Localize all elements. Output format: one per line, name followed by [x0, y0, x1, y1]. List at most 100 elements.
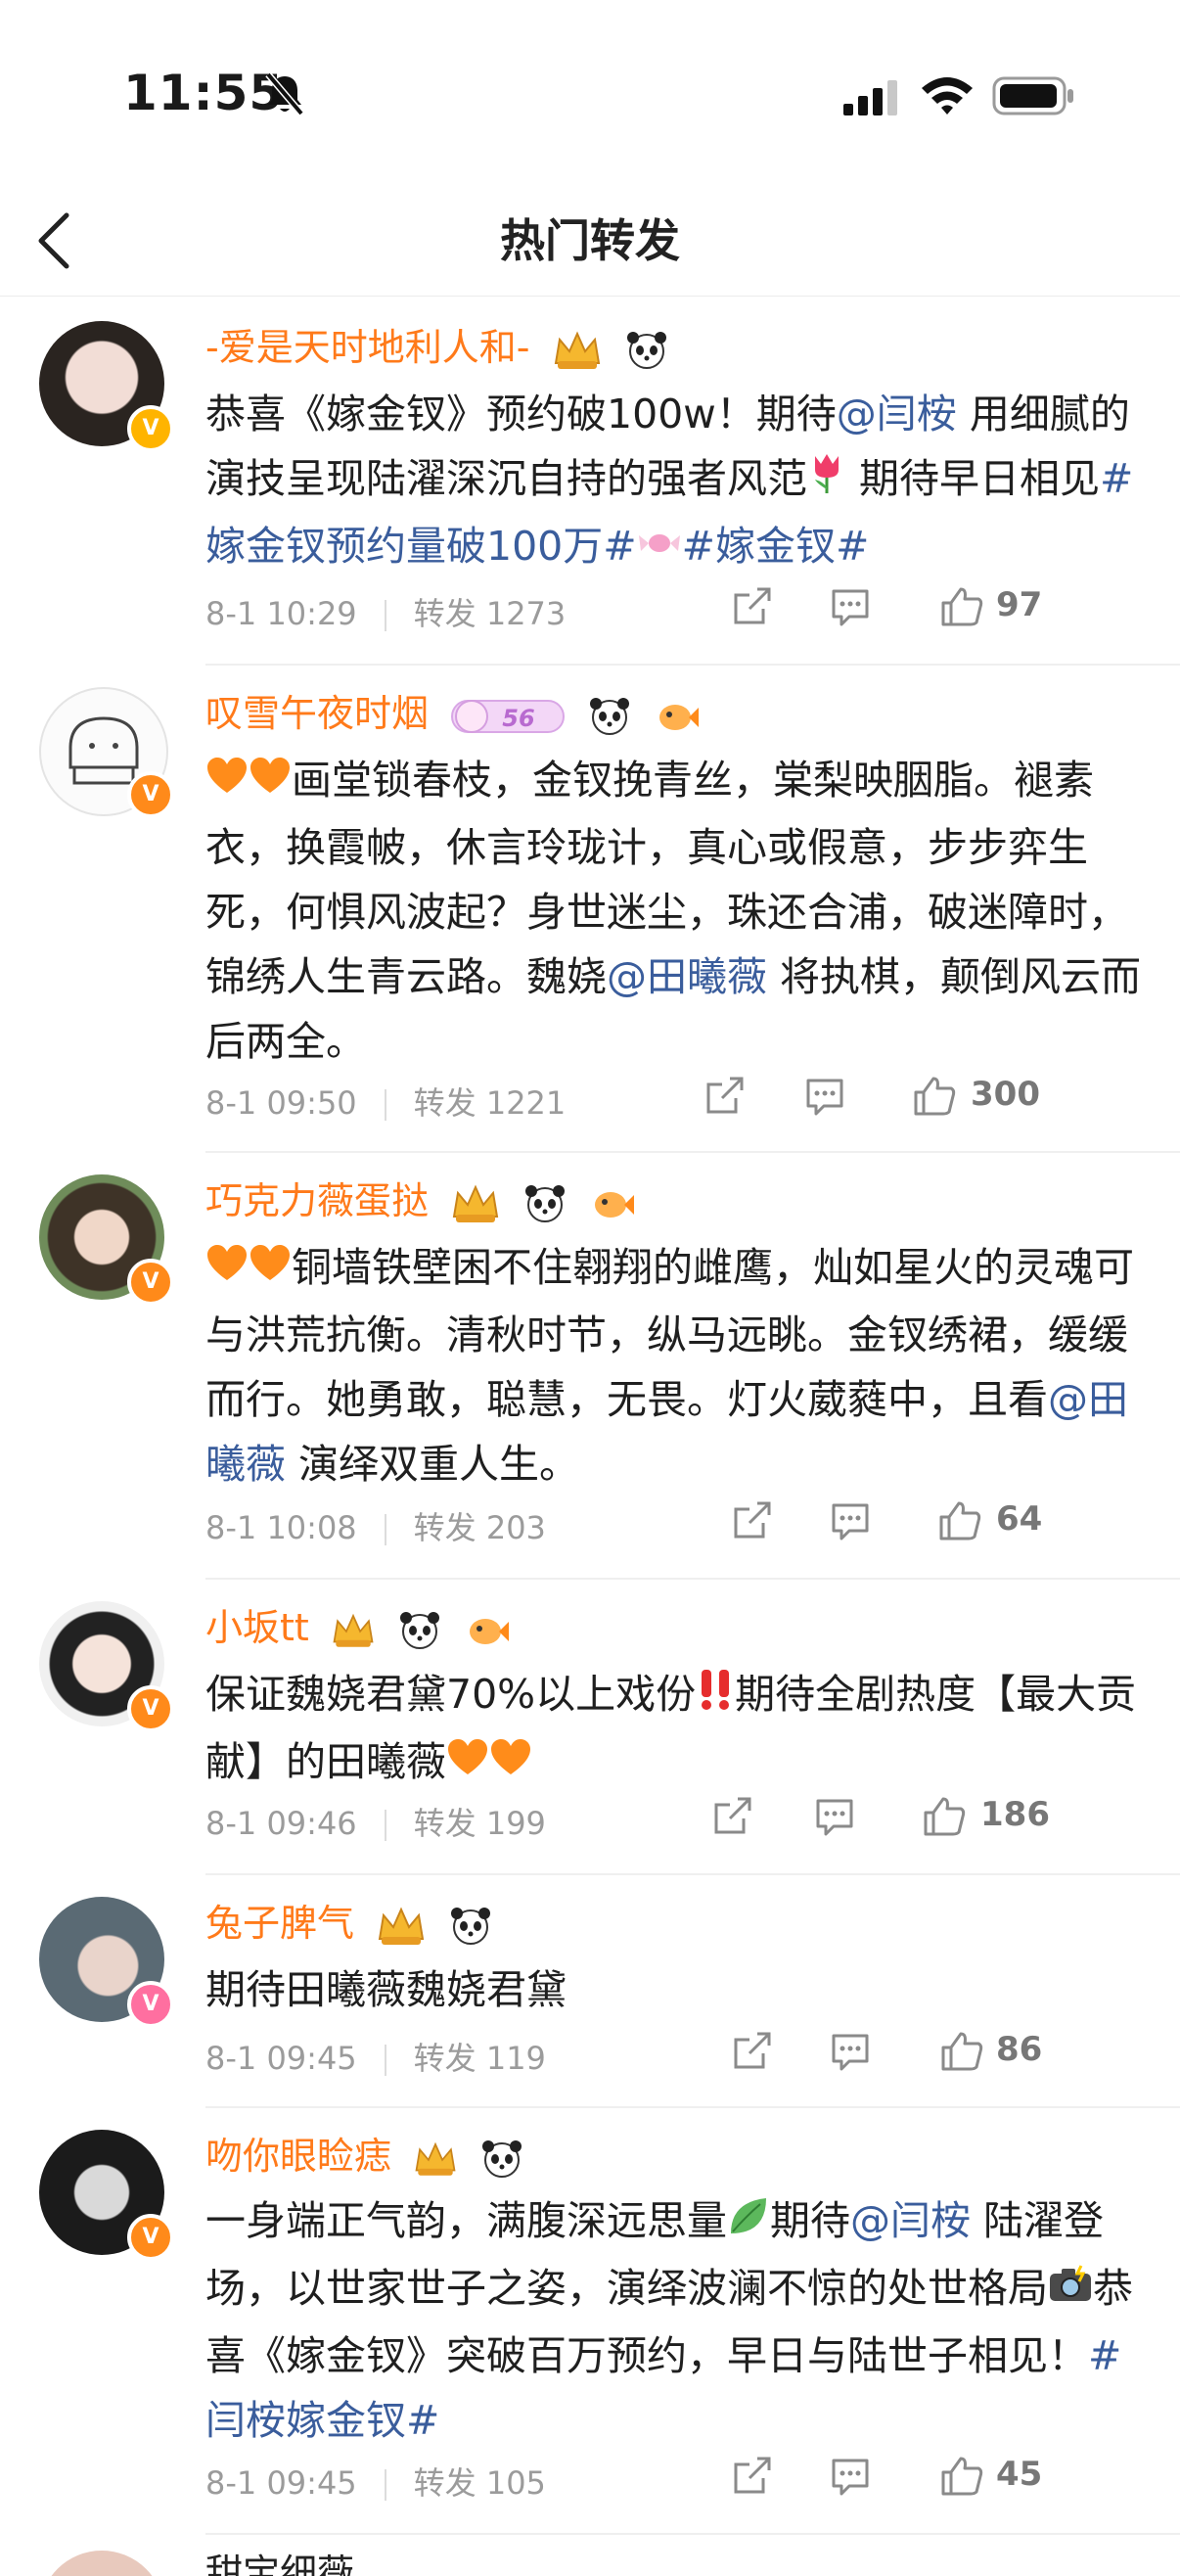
crown-badge-icon: [333, 1613, 374, 1647]
navigation-bar: 热门转发: [0, 186, 1180, 297]
comment-icon[interactable]: [828, 1499, 873, 1542]
panda-badge-icon: [626, 331, 666, 369]
share-icon[interactable]: [730, 2030, 773, 2073]
username[interactable]: 巧克力薇蛋挞: [205, 1171, 635, 1224]
orange-heart-icon: [446, 1732, 489, 1797]
repost-item[interactable]: V 吻你眼睑痣 一身端正气韵，满腹深远思量 期待@闫桉 陆濯登场，以世家世子之姿，…: [0, 2110, 1180, 2537]
crown-badge-icon: [452, 1184, 499, 1222]
post-text: 期待田曦薇魏娆君黛: [205, 1966, 567, 2013]
post-meta: 8-1 09:45 转发 119: [205, 2034, 546, 2079]
repost-item[interactable]: V 叹雪午夜时烟 56 画堂锁春枝，金钗挽青丝，棠梨映胭脂。褪素衣，换霞帔，休言…: [0, 666, 1180, 1155]
post-date: 8-1 09:50: [205, 1084, 357, 1122]
share-icon[interactable]: [730, 2455, 773, 2498]
share-icon[interactable]: [703, 1075, 746, 1118]
comment-icon[interactable]: [828, 585, 873, 628]
divider: [205, 1151, 1180, 1153]
like-thumb-icon[interactable]: [939, 585, 984, 628]
post-content: 画堂锁春枝，金钗挽青丝，棠梨映胭脂。褪素衣，换霞帔，休言玲珑计，真心或假意，步步…: [205, 748, 1145, 1074]
post-content: 保证魏娆君黛70%以上戏份 期待全剧热度【最大贡献】的田曦薇: [205, 1662, 1145, 1797]
post-date: 8-1 09:45: [205, 2464, 357, 2502]
comment-icon[interactable]: [802, 1075, 847, 1118]
like-thumb-icon[interactable]: [912, 1075, 957, 1118]
username[interactable]: 小坂tt: [205, 1597, 510, 1651]
verified-badge-icon: V: [127, 2214, 174, 2261]
repost-item[interactable]: V 小坂tt 保证魏娆君黛70%以上戏份 期待全剧热度【最大贡献】的田曦薇 8-1…: [0, 1582, 1180, 1877]
verified-badge-icon: V: [127, 405, 174, 452]
repost-count: 转发 199: [413, 1805, 546, 1842]
username[interactable]: 兔子脾气: [205, 1893, 493, 1947]
svg-text:56: 56: [502, 705, 534, 732]
orange-heart-icon: [205, 751, 249, 815]
comment-icon[interactable]: [828, 2030, 873, 2073]
action-bar: 45: [730, 2455, 1141, 2504]
crown-badge-icon: [378, 1907, 425, 1945]
share-icon[interactable]: [730, 585, 773, 628]
panda-badge-icon: [400, 1611, 439, 1649]
repost-item[interactable]: V -爱是天时地利人和- 恭喜《嫁金钗》预约破100w！期待@闫桉 用细腻的演技…: [0, 296, 1180, 667]
like-count: 97: [996, 585, 1043, 624]
action-bar: 186: [714, 1795, 1141, 1844]
username[interactable]: 吻你眼睑痣: [205, 2126, 524, 2180]
like-count: 64: [996, 1499, 1043, 1539]
action-bar: 300: [706, 1075, 1141, 1124]
panda-badge-icon: [482, 2139, 522, 2178]
status-time: 11:55: [123, 65, 285, 121]
avatar[interactable]: [39, 2551, 164, 2576]
like-thumb-icon[interactable]: [937, 1499, 982, 1542]
repost-item[interactable]: 甜宝细薇: [0, 2537, 1180, 2576]
like-count: 86: [996, 2030, 1043, 2069]
like-thumb-icon[interactable]: [939, 2030, 984, 2073]
like-thumb-icon[interactable]: [939, 2455, 984, 2498]
post-date: 8-1 09:45: [205, 2040, 357, 2077]
fish-badge-icon: [659, 704, 700, 730]
page-title: 热门转发: [500, 214, 680, 267]
post-content: 恭喜《嫁金钗》预约破100w！期待@闫桉 用细腻的演技呈现陆濯深沉自持的强者风范…: [205, 382, 1145, 581]
hashtag-link[interactable]: #嫁金钗#: [682, 523, 870, 570]
repost-count: 转发 119: [413, 2040, 546, 2077]
fish-badge-icon: [595, 1191, 635, 1218]
share-icon[interactable]: [730, 1499, 773, 1542]
orange-heart-icon: [249, 1238, 292, 1303]
battery-icon: [992, 76, 1073, 115]
verified-badge-icon: V: [127, 771, 174, 818]
tulip-icon: [807, 449, 846, 514]
post-meta: 8-1 10:29 转发 1273: [205, 589, 566, 634]
post-text: 期待: [770, 2197, 850, 2244]
repost-item[interactable]: V 巧克力薇蛋挞 铜墙铁壁困不住翱翔的雌鹰，灿如星火的灵魂可与洪荒抗衡。清秋时节…: [0, 1155, 1180, 1582]
crown-badge-icon: [554, 331, 600, 369]
panda-badge-icon: [590, 697, 630, 735]
repost-count: 转发 105: [413, 2464, 546, 2502]
mention-link[interactable]: @闫桉: [850, 2197, 971, 2244]
post-meta: 8-1 09:50 转发 1221: [205, 1079, 566, 1124]
repost-count: 转发 1221: [413, 1084, 567, 1122]
repost-item[interactable]: V 兔子脾气 期待田曦薇魏娆君黛 8-1 09:45 转发 119 86: [0, 1877, 1180, 2110]
panda-badge-icon: [525, 1184, 566, 1222]
crown-badge-icon: [415, 2141, 456, 2176]
mention-link[interactable]: @田曦薇: [607, 953, 767, 1000]
username[interactable]: -爱是天时地利人和-: [205, 317, 669, 371]
action-bar: 97: [730, 585, 1141, 634]
share-icon[interactable]: [710, 1795, 753, 1838]
comment-icon[interactable]: [812, 1795, 857, 1838]
post-text: 保证魏娆君黛70%以上戏份: [205, 1671, 697, 1718]
mention-link[interactable]: @闫桉: [837, 391, 957, 437]
orange-heart-icon: [205, 1238, 249, 1303]
username[interactable]: 叹雪午夜时烟 56: [205, 683, 700, 738]
like-thumb-icon[interactable]: [922, 1795, 967, 1838]
post-date: 8-1 10:08: [205, 1509, 357, 1546]
comment-icon[interactable]: [828, 2455, 873, 2498]
fish-badge-icon: [470, 1618, 510, 1644]
camera-flash-icon: [1048, 2259, 1093, 2323]
post-text: 期待早日相见: [846, 455, 1101, 502]
post-text: 一身端正气韵，满腹深远思量: [205, 2197, 727, 2244]
action-bar: 86: [730, 2030, 1141, 2079]
like-count: 300: [971, 1075, 1040, 1114]
post-text: 铜墙铁壁困不住翱翔的雌鹰，灿如星火的灵魂可与洪荒抗衡。清秋时节，纵马远眺。金钗绣…: [205, 1244, 1134, 1423]
repost-count: 转发 1273: [413, 595, 567, 632]
username[interactable]: 甜宝细薇: [205, 2543, 354, 2576]
orange-heart-icon: [489, 1732, 532, 1797]
post-content: 一身端正气韵，满腹深远思量 期待@闫桉 陆濯登场，以世家世子之姿，演绎波澜不惊的处…: [205, 2188, 1145, 2453]
post-date: 8-1 09:46: [205, 1805, 357, 1842]
post-meta: 8-1 09:46 转发 199: [205, 1799, 546, 1844]
post-text: 恭喜《嫁金钗》预约破100w！期待: [205, 391, 837, 437]
